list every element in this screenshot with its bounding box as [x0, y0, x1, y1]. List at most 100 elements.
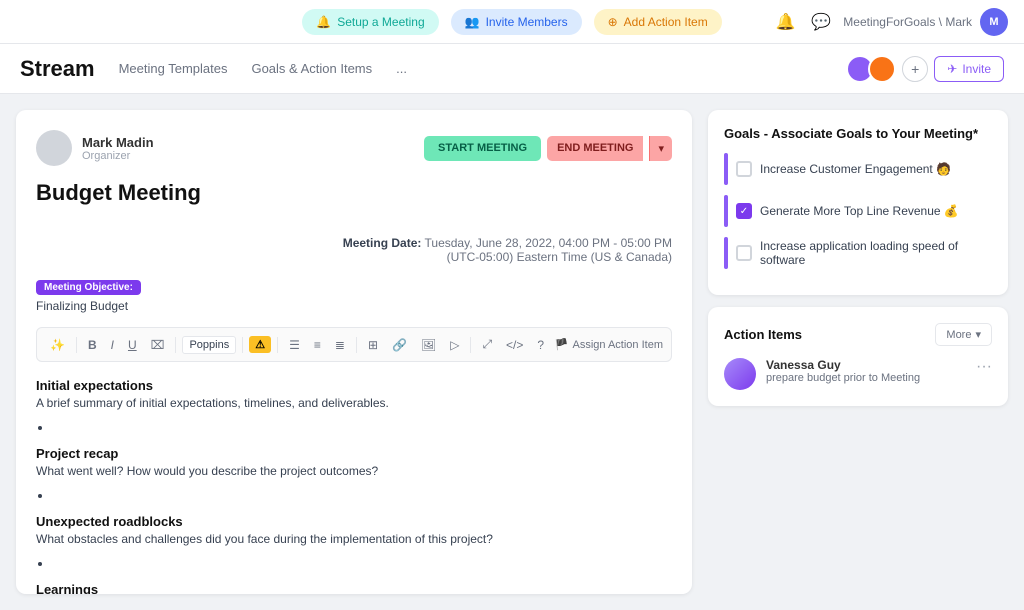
goal-item-2: Increase application loading speed of so… [724, 237, 992, 269]
section-1: Project recap What went well? How would … [36, 446, 672, 502]
top-nav: 🔔 Setup a Meeting 👥 Invite Members ⊕ Add… [0, 0, 1024, 44]
meeting-date-block: Meeting Date: Tuesday, June 28, 2022, 04… [36, 236, 672, 264]
meeting-actions: START MEETING END MEETING ▾ [424, 136, 672, 161]
assign-action-item-button[interactable]: 🏴 Assign Action Item [555, 338, 663, 351]
section-0: Initial expectations A brief summary of … [36, 378, 672, 434]
end-meeting-caret[interactable]: ▾ [649, 136, 672, 161]
section-0-bullet [52, 420, 672, 434]
objective-text: Finalizing Budget [36, 299, 672, 313]
action-avatar-0 [724, 358, 756, 390]
goal-text-1: Generate More Top Line Revenue 💰 [760, 204, 959, 218]
section-2: Unexpected roadblocks What obstacles and… [36, 514, 672, 570]
flag-icon: 🏴 [555, 338, 569, 351]
toolbar-underline[interactable]: U [123, 335, 142, 355]
goal-checkbox-2[interactable] [736, 245, 752, 261]
goals-card: Goals - Associate Goals to Your Meeting*… [708, 110, 1008, 295]
send-icon: ✈ [947, 62, 957, 76]
section-3: Learnings What did these roadblocks teac… [36, 582, 672, 594]
toolbar-align[interactable]: ≣ [330, 335, 350, 355]
right-panel: Goals - Associate Goals to Your Meeting*… [708, 110, 1008, 594]
tab-meeting-templates[interactable]: Meeting Templates [119, 57, 228, 80]
action-more-icon[interactable]: ··· [976, 358, 992, 376]
sub-nav-right: + ✈ Invite [852, 55, 1004, 83]
toolbar-strikethrough[interactable]: ⌧ [146, 335, 170, 355]
add-member-button[interactable]: + [902, 56, 928, 82]
toolbar-code[interactable]: </> [501, 335, 528, 355]
action-task-0: prepare budget prior to Meeting [766, 372, 920, 384]
toolbar-bullet-list[interactable]: ☰ [284, 335, 305, 355]
tab-goals-action-items[interactable]: Goals & Action Items [251, 57, 372, 80]
end-meeting-button[interactable]: END MEETING [547, 136, 643, 161]
toolbar-divider-4 [277, 337, 278, 353]
invite-button[interactable]: ✈ Invite [934, 56, 1004, 82]
invite-members-button[interactable]: 👥 Invite Members [451, 9, 582, 35]
goal-item-1: ✓ Generate More Top Line Revenue 💰 [724, 195, 992, 227]
section-2-desc: What obstacles and challenges did you fa… [36, 532, 672, 546]
list-item [52, 420, 672, 434]
action-details-0: Vanessa Guy prepare budget prior to Meet… [766, 358, 920, 384]
more-button[interactable]: More ▾ [935, 323, 992, 346]
goal-bar-0 [724, 153, 728, 185]
toolbar-divider-1 [76, 337, 77, 353]
toolbar-expand[interactable]: ⤢ [477, 334, 497, 355]
start-meeting-button[interactable]: START MEETING [424, 136, 541, 161]
add-action-item-button[interactable]: ⊕ Add Action Item [594, 9, 722, 35]
chat-icon-button[interactable]: 💬 [807, 8, 835, 36]
toolbar-help[interactable]: ? [532, 335, 549, 355]
section-1-bullet [52, 488, 672, 502]
toolbar-divider-2 [175, 337, 176, 353]
toolbar-divider-3 [242, 337, 243, 353]
goal-text-0: Increase Customer Engagement 🧑 [760, 162, 951, 176]
action-items-title: Action Items [724, 327, 802, 342]
goal-item-0: Increase Customer Engagement 🧑 [724, 153, 992, 185]
toolbar-font: Poppins [182, 336, 236, 354]
sub-nav: Stream Meeting Templates Goals & Action … [0, 44, 1024, 94]
toolbar-divider-6 [470, 337, 471, 353]
tab-more-options[interactable]: ... [396, 57, 407, 80]
section-3-title: Learnings [36, 582, 672, 594]
toolbar-numbered-list[interactable]: ≡ [309, 335, 326, 355]
goal-bar-2 [724, 237, 728, 269]
toolbar-magic-icon[interactable]: ✨ [45, 335, 70, 355]
content-sections: Initial expectations A brief summary of … [36, 378, 672, 594]
circle-plus-icon: ⊕ [608, 15, 618, 29]
timezone: (UTC-05:00) Eastern Time (US & Canada) [447, 250, 672, 264]
toolbar-media[interactable]: ▷ [445, 335, 464, 355]
goal-checkbox-1[interactable]: ✓ [736, 203, 752, 219]
notification-icon-button[interactable]: 🔔 [771, 8, 799, 36]
organizer-row: Mark Madin Organizer START MEETING END M… [36, 130, 672, 166]
goal-text-2: Increase application loading speed of so… [760, 239, 992, 267]
section-0-desc: A brief summary of initial expectations,… [36, 396, 672, 410]
organizer-info: Mark Madin Organizer [36, 130, 154, 166]
toolbar-image[interactable]: 🖼 [416, 335, 441, 355]
organizer-details: Mark Madin Organizer [82, 135, 154, 162]
breadcrumb: MeetingForGoals \ Mark [843, 15, 972, 29]
list-item [52, 556, 672, 570]
toolbar-warning: ⚠ [249, 336, 271, 353]
date-label: Meeting Date: [343, 236, 422, 250]
organizer-role: Organizer [82, 150, 154, 162]
list-item [52, 488, 672, 502]
section-0-title: Initial expectations [36, 378, 672, 393]
person-add-icon: 👥 [465, 15, 480, 29]
left-panel: Mark Madin Organizer START MEETING END M… [16, 110, 692, 594]
member-avatar-2 [868, 55, 896, 83]
checkmark-icon: ✓ [740, 206, 748, 217]
goal-bar-1 [724, 195, 728, 227]
toolbar-bold[interactable]: B [83, 335, 102, 355]
setup-meeting-button[interactable]: 🔔 Setup a Meeting [302, 9, 438, 35]
user-avatar[interactable]: M [980, 8, 1008, 36]
objective-section: Meeting Objective: Finalizing Budget [36, 278, 672, 313]
action-person-0: Vanessa Guy [766, 358, 920, 372]
editor-toolbar: ✨ B I U ⌧ Poppins ⚠ ☰ ≡ ≣ ⊞ 🔗 🖼 ▷ ⤢ </> … [36, 327, 672, 362]
goal-checkbox-0[interactable] [736, 161, 752, 177]
chevron-down-icon: ▾ [975, 328, 981, 341]
toolbar-italic[interactable]: I [106, 335, 119, 355]
action-items-header: Action Items More ▾ [724, 323, 992, 346]
page-title: Stream [20, 56, 95, 82]
toolbar-table[interactable]: ⊞ [363, 335, 383, 355]
section-1-desc: What went well? How would you describe t… [36, 464, 672, 478]
section-1-title: Project recap [36, 446, 672, 461]
toolbar-link[interactable]: 🔗 [387, 335, 412, 355]
action-items-card: Action Items More ▾ Vanessa Guy prepare … [708, 307, 1008, 406]
